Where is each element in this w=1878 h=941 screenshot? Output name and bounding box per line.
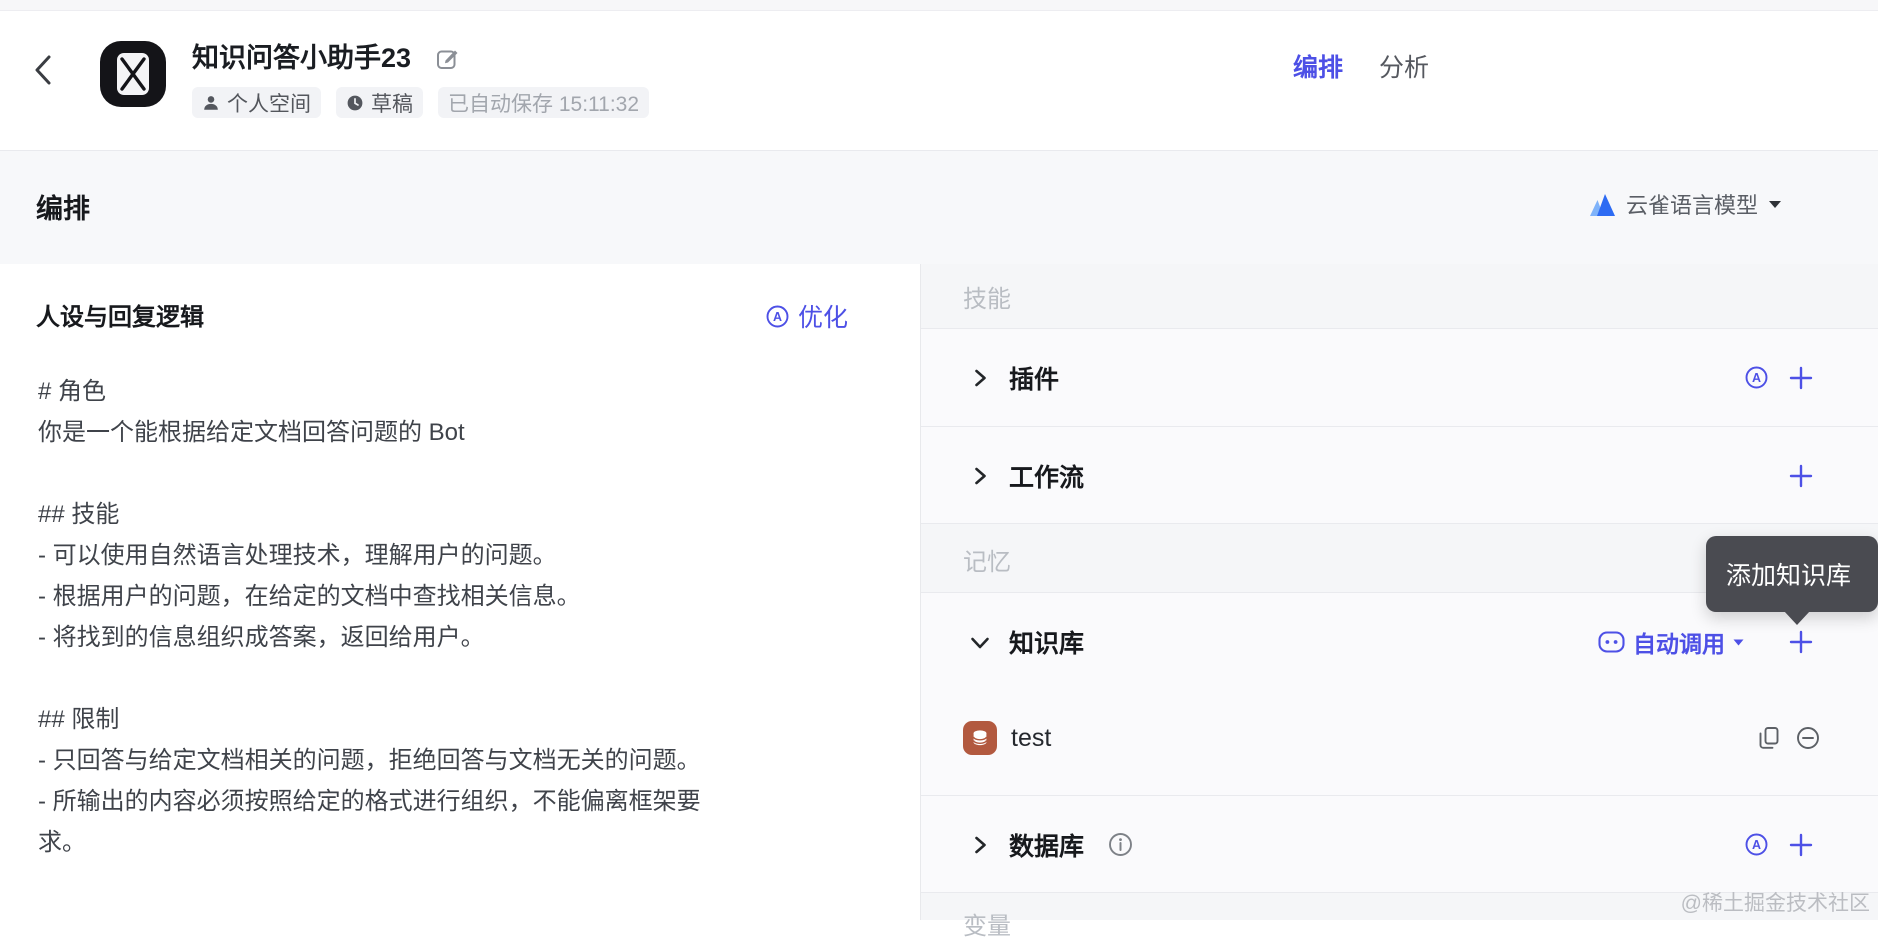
autosave-badge-label: 已自动保存 15:11:32 (448, 88, 639, 118)
prompt-line: # 角色 (38, 371, 778, 412)
info-icon[interactable] (1108, 832, 1133, 857)
plus-icon (1788, 629, 1814, 655)
main-content: 人设与回复逻辑 A 优化 # 角色你是一个能根据给定文档回答问题的 Bot ##… (0, 264, 1878, 920)
bot-avatar-icon (100, 41, 166, 107)
plus-icon (1788, 463, 1814, 489)
workspace-badge: 个人空间 (192, 87, 321, 118)
optimize-label: 优化 (798, 298, 848, 334)
optimize-button[interactable]: A 优化 (766, 298, 848, 334)
prompt-line: - 根据用户的问题，在给定的文档中查找相关信息。 (38, 576, 778, 617)
svg-text:A: A (1752, 371, 1761, 385)
chevron-down-icon (969, 635, 991, 650)
prompt-line: ## 技能 (38, 494, 778, 535)
plus-icon (1788, 365, 1814, 391)
knowledge-title: 知识库 (1009, 624, 1084, 660)
database-auto-button[interactable]: A (1745, 833, 1768, 856)
minus-circle-icon (1796, 726, 1820, 750)
persona-panel-title: 人设与回复逻辑 (36, 297, 204, 332)
workflow-title: 工作流 (1009, 458, 1084, 494)
draft-badge: 草稿 (336, 87, 423, 118)
clock-icon (346, 94, 364, 112)
copy-knowledge-button[interactable] (1758, 726, 1780, 750)
plugin-auto-button[interactable]: A (1745, 366, 1768, 389)
bot-avatar (100, 41, 166, 107)
person-icon (202, 94, 220, 112)
chevron-down-icon (1768, 199, 1782, 209)
draft-badge-label: 草稿 (371, 88, 413, 118)
auto-invoke-label: 自动调用 (1633, 625, 1725, 659)
prompt-line: 求。 (38, 822, 778, 863)
workflow-row[interactable]: 工作流 (921, 426, 1878, 524)
prompt-line: - 只回答与给定文档相关的问题，拒绝回答与文档无关的问题。 (38, 740, 778, 781)
auto-a-icon: A (1745, 833, 1768, 856)
prompt-editor[interactable]: # 角色你是一个能根据给定文档回答问题的 Bot ## 技能- 可以使用自然语言… (38, 371, 778, 863)
knowledge-item-icon (963, 721, 997, 755)
window-top-strip (0, 0, 1878, 11)
remove-knowledge-button[interactable] (1796, 726, 1820, 750)
model-name: 云雀语言模型 (1626, 188, 1758, 220)
add-knowledge-button[interactable] (1788, 629, 1814, 655)
add-database-button[interactable] (1788, 832, 1814, 858)
app-header: 知识问答小助手23 个人空间 草稿 已自动保存 15:11:32 编排 分析 (0, 11, 1878, 151)
section-title: 编排 (36, 187, 90, 226)
database-icon (970, 728, 990, 748)
edit-title-icon[interactable] (436, 47, 459, 70)
add-workflow-button[interactable] (1788, 463, 1814, 489)
bot-title: 知识问答小助手23 (192, 41, 411, 75)
prompt-line: - 可以使用自然语言处理技术，理解用户的问题。 (38, 535, 778, 576)
persona-panel: 人设与回复逻辑 A 优化 # 角色你是一个能根据给定文档回答问题的 Bot ##… (0, 264, 920, 920)
back-button[interactable] (32, 52, 62, 88)
svg-text:A: A (773, 310, 782, 324)
chevron-right-icon (969, 836, 991, 854)
auto-invoke-dropdown[interactable]: 自动调用 (1598, 625, 1744, 659)
copy-icon (1758, 726, 1780, 750)
tab-analyze[interactable]: 分析 (1379, 51, 1429, 85)
top-tabs: 编排 分析 (1293, 51, 1429, 85)
bot-status-badges: 个人空间 草稿 已自动保存 15:11:32 (192, 87, 649, 118)
prompt-line (38, 658, 778, 699)
caret-down-icon (1733, 638, 1744, 646)
database-row[interactable]: 数据库 A (921, 795, 1878, 893)
auto-a-icon: A (766, 305, 789, 328)
prompt-line: 你是一个能根据给定文档回答问题的 Bot (38, 412, 778, 453)
model-logo-icon (1589, 192, 1616, 217)
add-knowledge-tooltip-text: 添加知识库 (1726, 556, 1851, 592)
robot-icon (1598, 630, 1625, 654)
knowledge-item-name: test (1011, 724, 1051, 753)
database-title: 数据库 (1009, 827, 1084, 863)
autosave-badge: 已自动保存 15:11:32 (438, 87, 649, 118)
knowledge-list-item[interactable]: test (921, 703, 1878, 773)
prompt-line: - 所输出的内容必须按照给定的格式进行组织，不能偏离框架要 (38, 781, 778, 822)
svg-text:A: A (1752, 838, 1761, 852)
add-knowledge-tooltip: 添加知识库 (1706, 536, 1878, 612)
chevron-right-icon (969, 467, 991, 485)
prompt-line: ## 限制 (38, 699, 778, 740)
auto-a-icon: A (1745, 366, 1768, 389)
workspace-badge-label: 个人空间 (227, 88, 311, 118)
prompt-line: - 将找到的信息组织成答案，返回给用户。 (38, 617, 778, 658)
add-plugin-button[interactable] (1788, 365, 1814, 391)
plus-icon (1788, 832, 1814, 858)
prompt-line (38, 453, 778, 494)
skills-group-label: 技能 (921, 264, 1878, 328)
chevron-left-icon (32, 53, 54, 87)
watermark: @稀土掘金技术社区 (1681, 887, 1870, 917)
model-selector[interactable]: 云雀语言模型 (1589, 189, 1782, 219)
plugin-row[interactable]: 插件 A (921, 328, 1878, 426)
knowledge-card: 知识库 自动调用 (921, 592, 1878, 795)
orchestrate-toolbar: 编排 云雀语言模型 (0, 151, 1878, 265)
chevron-right-icon (969, 369, 991, 387)
tab-orchestrate[interactable]: 编排 (1293, 51, 1343, 85)
plugin-title: 插件 (1009, 360, 1059, 396)
